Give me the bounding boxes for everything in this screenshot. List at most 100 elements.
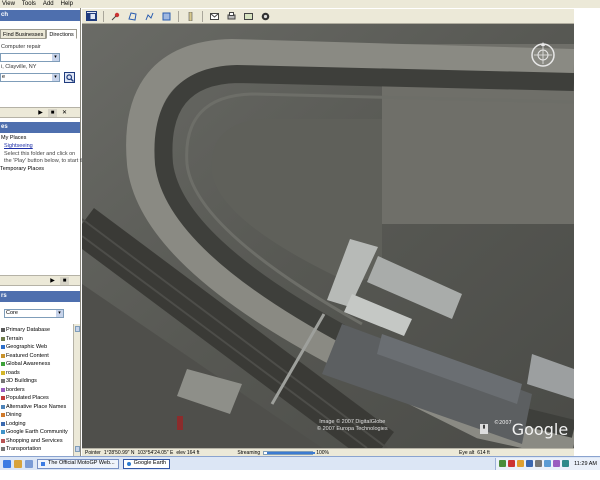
chevron-down-icon[interactable]: ▾ <box>52 74 59 81</box>
chevron-down-icon[interactable]: ▾ <box>52 54 59 61</box>
play-tour-button[interactable]: ▶ <box>48 277 57 285</box>
layer-item[interactable]: Lodging <box>1 421 26 427</box>
windows-taskbar: The Official MotoGP Web... Google Earth … <box>0 456 600 470</box>
layer-item[interactable]: Google Earth Community <box>1 429 68 435</box>
layer-icon <box>1 413 5 417</box>
layer-label: Lodging <box>6 420 26 427</box>
left-panel: ch Find Businesses Directions Computer r… <box>0 8 85 456</box>
play-tour-button[interactable]: ▶ <box>36 109 45 117</box>
layer-label: Populated Places <box>6 395 49 401</box>
tray-volume-icon[interactable] <box>535 460 543 467</box>
layer-label: Terrain <box>6 335 23 342</box>
ruler-icon[interactable] <box>185 11 196 21</box>
imagery-credit-line-1: Image © 2007 DigitalGlobe <box>319 419 386 425</box>
layer-item[interactable]: Shopping and Services <box>1 438 63 444</box>
menu-help[interactable]: Help <box>61 0 73 8</box>
layer-item[interactable]: Transportation <box>1 446 41 452</box>
elevation-readout: elev 164 ft <box>176 449 200 456</box>
search-controls: ▶ ■ ✕ <box>0 107 80 118</box>
layers-database-select[interactable]: Core ▾ <box>4 309 64 318</box>
layer-icon <box>1 421 5 426</box>
scroll-down-arrow[interactable] <box>75 446 80 452</box>
email-icon[interactable] <box>209 11 220 21</box>
layer-item[interactable]: borders <box>1 387 25 393</box>
menu-add[interactable]: Add <box>43 0 54 8</box>
print-icon[interactable] <box>226 11 237 21</box>
layer-item[interactable]: Terrain <box>1 336 23 342</box>
layer-item[interactable]: Dining <box>1 412 22 418</box>
logo-text: Google <box>511 420 569 439</box>
menu-bar: View Tools Add Help <box>0 0 600 8</box>
layer-label: Google Earth Community <box>6 429 68 435</box>
toolbar-separator <box>103 10 104 22</box>
menu-tools[interactable]: Tools <box>22 0 36 8</box>
location-field[interactable]: e ▾ <box>0 73 60 82</box>
stop-button[interactable]: ■ <box>60 277 69 285</box>
latitude-readout: 1°28'50.99" N <box>103 449 135 456</box>
desktop-quicklaunch-icon[interactable] <box>25 459 33 468</box>
pointer-label: Pointer <box>85 449 101 456</box>
taskbar-item-google-earth[interactable]: Google Earth <box>122 458 171 469</box>
ie-icon <box>41 461 45 466</box>
layer-label: Geographic Web <box>6 344 48 350</box>
layer-item[interactable]: roads <box>1 370 20 376</box>
tray-update-icon[interactable] <box>517 460 525 467</box>
earth-map-view[interactable]: Image © 2007 DigitalGlobe © 2007 Europa … <box>82 24 574 448</box>
layer-item[interactable]: Populated Places <box>1 395 49 401</box>
web-icon[interactable] <box>260 11 271 21</box>
layer-icon <box>1 387 5 392</box>
tray-app-icon[interactable] <box>553 460 561 467</box>
layer-label: Alternative Place Names <box>6 403 67 410</box>
stop-button[interactable]: ■ <box>48 109 57 117</box>
sidebar-toggle-icon[interactable] <box>86 11 97 21</box>
places-panel-header[interactable]: es <box>0 122 80 133</box>
tab-find-businesses[interactable]: Find Businesses <box>0 29 47 39</box>
map-legend-icon: ▮ <box>480 424 488 434</box>
layer-icon <box>1 336 5 341</box>
tray-security-icon[interactable] <box>508 460 516 467</box>
search-panel-header[interactable]: ch <box>0 10 80 21</box>
my-places-item[interactable]: My Places <box>1 135 26 142</box>
layers-database-value: Core <box>6 310 18 316</box>
tray-sync-icon[interactable] <box>562 460 570 467</box>
chevron-down-icon[interactable]: ▾ <box>56 310 63 317</box>
layer-item[interactable]: Geographic Web <box>1 344 47 350</box>
tray-network-icon[interactable] <box>499 460 507 467</box>
layer-icon <box>1 379 5 383</box>
layer-item[interactable]: Primary Database <box>1 327 50 333</box>
tray-bluetooth-icon[interactable] <box>526 460 534 467</box>
polygon-icon[interactable] <box>127 11 138 21</box>
layer-item[interactable]: Global Awareness <box>1 361 50 367</box>
scroll-up-arrow[interactable] <box>75 326 80 332</box>
compass-icon[interactable] <box>530 42 556 68</box>
close-results-button[interactable]: ✕ <box>60 109 69 117</box>
layer-item[interactable]: Alternative Place Names <box>1 404 66 410</box>
layer-label: borders <box>6 386 25 393</box>
layer-label: Primary Database <box>6 327 51 333</box>
what-field[interactable]: ▾ <box>0 53 60 62</box>
layers-scrollbar[interactable] <box>73 324 80 456</box>
temporary-places-item[interactable]: Temporary Places <box>0 166 44 173</box>
layer-icon <box>1 328 5 332</box>
layer-label: 3D Buildings <box>6 378 37 384</box>
layer-item[interactable]: 3D Buildings <box>1 378 37 384</box>
layer-icon <box>1 396 5 400</box>
folder-quicklaunch-icon[interactable] <box>14 459 22 468</box>
sightseeing-item[interactable]: Sightseeing <box>4 143 33 150</box>
taskbar-item-motogp[interactable]: The Official MotoGP Web... <box>37 458 119 469</box>
tab-directions[interactable]: Directions <box>46 29 77 39</box>
sightseeing-hint-2: the 'Play' button below, to start th <box>4 158 85 164</box>
layer-item[interactable]: Featured Content <box>1 353 49 359</box>
layers-panel-header[interactable]: rs <box>0 291 80 302</box>
tray-messenger-icon[interactable] <box>544 460 552 467</box>
taskbar-clock[interactable]: 11:29 AM <box>574 461 597 467</box>
search-button[interactable] <box>64 72 75 83</box>
overlay-icon[interactable] <box>161 11 172 21</box>
ie-quicklaunch-icon[interactable] <box>3 459 11 468</box>
map-view-icon[interactable] <box>243 11 254 21</box>
pushpin-icon[interactable] <box>110 11 121 21</box>
eye-alt-value: 614 ft <box>477 449 490 456</box>
path-icon[interactable] <box>144 11 155 21</box>
layer-label: roads <box>6 369 20 376</box>
menu-view[interactable]: View <box>2 0 15 8</box>
